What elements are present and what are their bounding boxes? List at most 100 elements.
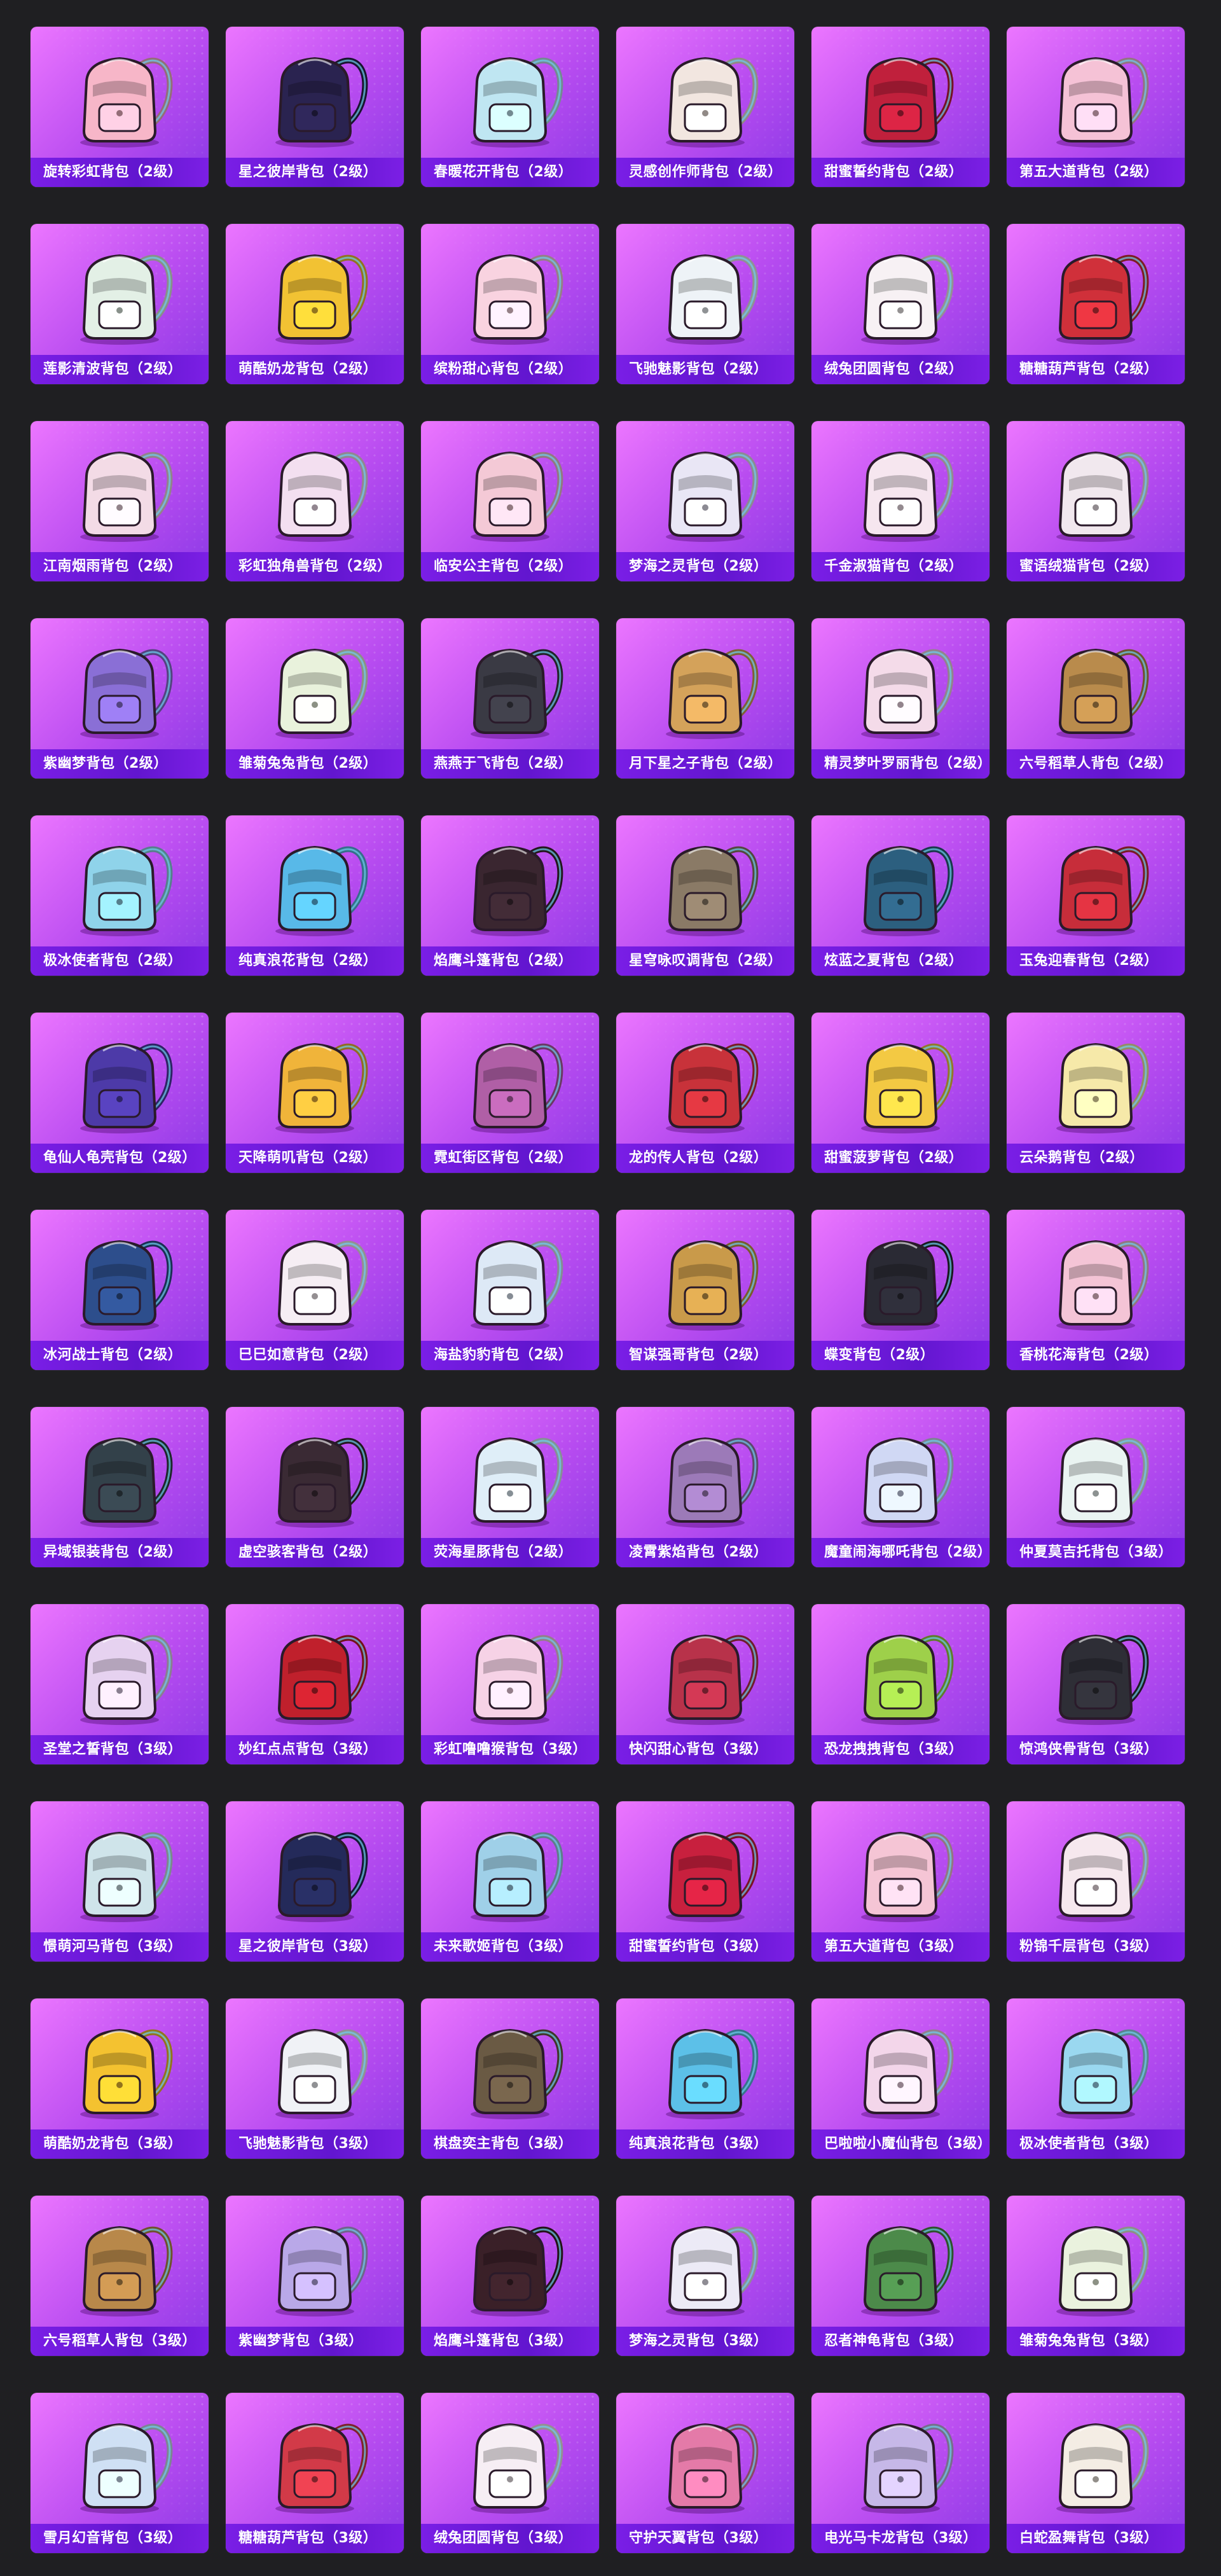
- backpack-card[interactable]: 快闪甜心背包（3级）: [616, 1604, 794, 1764]
- backpack-card[interactable]: 甜蜜誓约背包（2级）: [811, 27, 990, 187]
- backpack-name: 甜蜜誓约背包（3级）: [616, 1932, 794, 1962]
- backpack-card[interactable]: 星之彼岸背包（2级）: [226, 27, 404, 187]
- backpack-card[interactable]: 莲影清波背包（2级）: [31, 224, 209, 384]
- backpack-card[interactable]: 焰鹰斗篷背包（3级）: [421, 2196, 599, 2356]
- backpack-icon: [861, 1437, 954, 1528]
- backpack-name: 龙的传人背包（2级）: [616, 1144, 794, 1173]
- backpack-card[interactable]: 纯真浪花背包（2级）: [226, 815, 404, 976]
- backpack-icon: [1056, 254, 1149, 345]
- backpack-card[interactable]: 甜蜜菠萝背包（2级）: [811, 1013, 990, 1173]
- backpack-card[interactable]: 梦海之灵背包（2级）: [616, 421, 794, 581]
- backpack-card[interactable]: 旋转彩虹背包（2级）: [31, 27, 209, 187]
- backpack-card[interactable]: 守护天翼背包（3级）: [616, 2393, 794, 2553]
- backpack-card[interactable]: 彩虹独角兽背包（2级）: [226, 421, 404, 581]
- backpack-card[interactable]: 临安公主背包（2级）: [421, 421, 599, 581]
- backpack-name: 香桃花海背包（2级）: [1007, 1341, 1185, 1370]
- backpack-card[interactable]: 星之彼岸背包（3级）: [226, 1801, 404, 1962]
- backpack-name: 惊鸿侠骨背包（3级）: [1007, 1735, 1185, 1764]
- backpack-name: 智谋强哥背包（2级）: [616, 1341, 794, 1370]
- backpack-name: 虚空骇客背包（2级）: [226, 1538, 404, 1567]
- backpack-card[interactable]: 虚空骇客背包（2级）: [226, 1407, 404, 1567]
- backpack-card[interactable]: 绒兔团圆背包（2级）: [811, 224, 990, 384]
- backpack-card[interactable]: 巳巳如意背包（2级）: [226, 1210, 404, 1370]
- backpack-name: 凌霄紫焰背包（2级）: [616, 1538, 794, 1567]
- backpack-name: 快闪甜心背包（3级）: [616, 1735, 794, 1764]
- backpack-card[interactable]: 巴啦啦小魔仙背包（3级）: [811, 1998, 990, 2159]
- backpack-name: 第五大道背包（2级）: [1007, 158, 1185, 187]
- backpack-card[interactable]: 极冰使者背包（2级）: [31, 815, 209, 976]
- backpack-card[interactable]: 萌酷奶龙背包（2级）: [226, 224, 404, 384]
- backpack-card[interactable]: 凌霄紫焰背包（2级）: [616, 1407, 794, 1567]
- backpack-card[interactable]: 海盐豹豹背包（2级）: [421, 1210, 599, 1370]
- backpack-card[interactable]: 电光马卡龙背包（3级）: [811, 2393, 990, 2553]
- backpack-card[interactable]: 六号稻草人背包（3级）: [31, 2196, 209, 2356]
- backpack-card[interactable]: 霓虹街区背包（2级）: [421, 1013, 599, 1173]
- backpack-card[interactable]: 惊鸿侠骨背包（3级）: [1007, 1604, 1185, 1764]
- backpack-card[interactable]: 圣堂之誓背包（3级）: [31, 1604, 209, 1764]
- backpack-card[interactable]: 焰鹰斗篷背包（2级）: [421, 815, 599, 976]
- backpack-card[interactable]: 梦海之灵背包（3级）: [616, 2196, 794, 2356]
- backpack-card[interactable]: 极冰使者背包（3级）: [1007, 1998, 1185, 2159]
- backpack-card[interactable]: 绒兔团圆背包（3级）: [421, 2393, 599, 2553]
- backpack-card[interactable]: 缤粉甜心背包（2级）: [421, 224, 599, 384]
- backpack-card[interactable]: 月下星之子背包（2级）: [616, 618, 794, 779]
- backpack-name: 极冰使者背包（2级）: [31, 946, 209, 976]
- backpack-card[interactable]: 第五大道背包（3级）: [811, 1801, 990, 1962]
- backpack-card[interactable]: 六号稻草人背包（2级）: [1007, 618, 1185, 779]
- backpack-card[interactable]: 灵感创作师背包（2级）: [616, 27, 794, 187]
- backpack-card[interactable]: 星穹咏叹调背包（2级）: [616, 815, 794, 976]
- backpack-card[interactable]: 忍者神龟背包（3级）: [811, 2196, 990, 2356]
- backpack-card[interactable]: 玉兔迎春背包（2级）: [1007, 815, 1185, 976]
- backpack-card[interactable]: 精灵梦叶罗丽背包（2级）: [811, 618, 990, 779]
- backpack-card[interactable]: 妙红点点背包（3级）: [226, 1604, 404, 1764]
- backpack-card[interactable]: 仲夏莫吉托背包（3级）: [1007, 1407, 1185, 1567]
- backpack-card[interactable]: 蝶变背包（2级）: [811, 1210, 990, 1370]
- backpack-card[interactable]: 江南烟雨背包（2级）: [31, 421, 209, 581]
- backpack-card[interactable]: 糖糖葫芦背包（2级）: [1007, 224, 1185, 384]
- backpack-card[interactable]: 春暖花开背包（2级）: [421, 27, 599, 187]
- backpack-card[interactable]: 棋盘奕主背包（3级）: [421, 1998, 599, 2159]
- backpack-card[interactable]: 雏菊兔兔背包（2级）: [226, 618, 404, 779]
- backpack-card[interactable]: 荧海星豚背包（2级）: [421, 1407, 599, 1567]
- backpack-name: 荧海星豚背包（2级）: [421, 1538, 599, 1567]
- backpack-icon: [861, 2423, 954, 2514]
- backpack-card[interactable]: 纯真浪花背包（3级）: [616, 1998, 794, 2159]
- backpack-card[interactable]: 智谋强哥背包（2级）: [616, 1210, 794, 1370]
- backpack-card[interactable]: 异域银装背包（2级）: [31, 1407, 209, 1567]
- backpack-name: 春暖花开背包（2级）: [421, 158, 599, 187]
- backpack-card[interactable]: 雏菊兔兔背包（3级）: [1007, 2196, 1185, 2356]
- backpack-icon: [80, 1831, 173, 1922]
- backpack-card[interactable]: 紫幽梦背包（2级）: [31, 618, 209, 779]
- backpack-card[interactable]: 龙的传人背包（2级）: [616, 1013, 794, 1173]
- backpack-name: 龟仙人龟壳背包（2级）: [31, 1144, 209, 1173]
- backpack-name: 仲夏莫吉托背包（3级）: [1007, 1538, 1185, 1567]
- backpack-card[interactable]: 憬萌河马背包（3级）: [31, 1801, 209, 1962]
- backpack-card[interactable]: 云朵鹅背包（2级）: [1007, 1013, 1185, 1173]
- backpack-card[interactable]: 第五大道背包（2级）: [1007, 27, 1185, 187]
- backpack-card[interactable]: 飞驰魅影背包（3级）: [226, 1998, 404, 2159]
- backpack-card[interactable]: 飞驰魅影背包（2级）: [616, 224, 794, 384]
- backpack-card[interactable]: 未来歌姬背包（3级）: [421, 1801, 599, 1962]
- backpack-card[interactable]: 天降萌叽背包（2级）: [226, 1013, 404, 1173]
- backpack-card[interactable]: 恐龙拽拽背包（3级）: [811, 1604, 990, 1764]
- backpack-name: 第五大道背包（3级）: [811, 1932, 990, 1962]
- backpack-card[interactable]: 龟仙人龟壳背包（2级）: [31, 1013, 209, 1173]
- backpack-card[interactable]: 粉锦千层背包（3级）: [1007, 1801, 1185, 1962]
- backpack-card[interactable]: 萌酷奶龙背包（3级）: [31, 1998, 209, 2159]
- backpack-card[interactable]: 甜蜜誓约背包（3级）: [616, 1801, 794, 1962]
- backpack-icon: [471, 648, 563, 739]
- backpack-card[interactable]: 魔童闹海哪吒背包（2级）: [811, 1407, 990, 1567]
- backpack-card[interactable]: 糖糖葫芦背包（3级）: [226, 2393, 404, 2553]
- backpack-card[interactable]: 蜜语绒猫背包（2级）: [1007, 421, 1185, 581]
- backpack-card[interactable]: 千金淑猫背包（2级）: [811, 421, 990, 581]
- backpack-card[interactable]: 雪月幻音背包（3级）: [31, 2393, 209, 2553]
- backpack-card[interactable]: 彩虹噜噜猴背包（3级）: [421, 1604, 599, 1764]
- backpack-card[interactable]: 炫蓝之夏背包（2级）: [811, 815, 990, 976]
- backpack-card[interactable]: 香桃花海背包（2级）: [1007, 1210, 1185, 1370]
- backpack-icon: [861, 1240, 954, 1331]
- backpack-card[interactable]: 紫幽梦背包（3级）: [226, 2196, 404, 2356]
- backpack-card[interactable]: 冰河战士背包（2级）: [31, 1210, 209, 1370]
- backpack-card[interactable]: 白蛇盈舞背包（3级）: [1007, 2393, 1185, 2553]
- backpack-card[interactable]: 燕燕于飞背包（2级）: [421, 618, 599, 779]
- backpack-name: 雏菊兔兔背包（3级）: [1007, 2327, 1185, 2356]
